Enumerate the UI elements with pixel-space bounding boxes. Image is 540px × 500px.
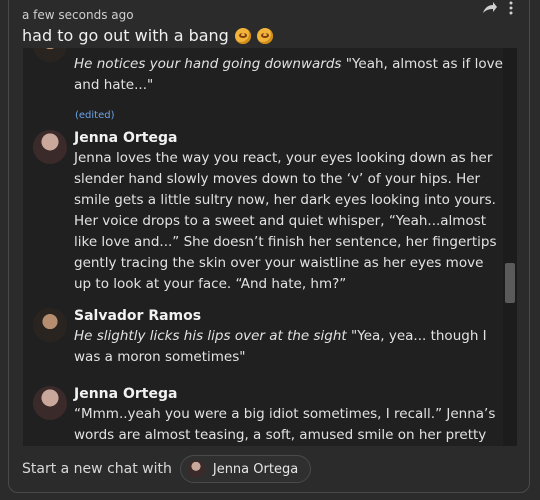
avatar — [33, 386, 67, 420]
rolling-eyes-emoji-icon — [256, 27, 273, 44]
avatar — [186, 460, 205, 478]
start-chat-name: Jenna Ortega — [212, 461, 299, 477]
share-icon[interactable] — [482, 0, 498, 19]
avatar — [33, 308, 67, 342]
avatar — [33, 48, 67, 62]
message-action: He slightly licks his lips over at the s… — [74, 328, 347, 344]
scrollbar-track[interactable] — [503, 48, 517, 446]
edited-label: (edited) — [75, 110, 115, 121]
message-text: He slightly licks his lips over at the s… — [74, 326, 503, 368]
more-vertical-icon[interactable] — [508, 0, 514, 19]
post-actions — [482, 0, 514, 19]
new-chat-label: Start a new chat with — [22, 461, 172, 477]
chat-transcript[interactable]: He notices your hand going downwards "Ye… — [23, 48, 517, 446]
message-text: He notices your hand going downwards "Ye… — [74, 54, 503, 96]
rolling-eyes-emoji-icon — [234, 27, 251, 44]
message-text: “Mmm..yeah you were a big idiot sometime… — [74, 406, 496, 443]
message-body: He notices your hand going downwards "Ye… — [74, 54, 503, 96]
message-body: Jenna Ortega Jenna loves the way you rea… — [74, 130, 503, 295]
post-text-label: had to go out with a bang — [22, 26, 229, 45]
message-author: Salvador Ramos — [74, 308, 202, 324]
message-author: Jenna Ortega — [74, 386, 178, 402]
message-action: He notices your hand going downwards — [74, 56, 342, 72]
message-body: Jenna Ortega “Mmm..yeah you were a big i… — [74, 386, 503, 446]
post-timestamp: a few seconds ago — [22, 8, 134, 22]
scrollbar-thumb[interactable] — [505, 263, 515, 303]
start-chat-button[interactable]: Jenna Ortega — [179, 455, 312, 483]
message-author: Jenna Ortega — [74, 130, 178, 146]
post-text: had to go out with a bang — [22, 26, 273, 45]
message-body: Salvador Ramos He slightly licks his lip… — [74, 308, 503, 368]
avatar — [33, 130, 67, 164]
new-chat-footer: Start a new chat with Jenna Ortega — [22, 455, 312, 483]
message-text: Jenna loves the way you react, your eyes… — [74, 150, 497, 292]
